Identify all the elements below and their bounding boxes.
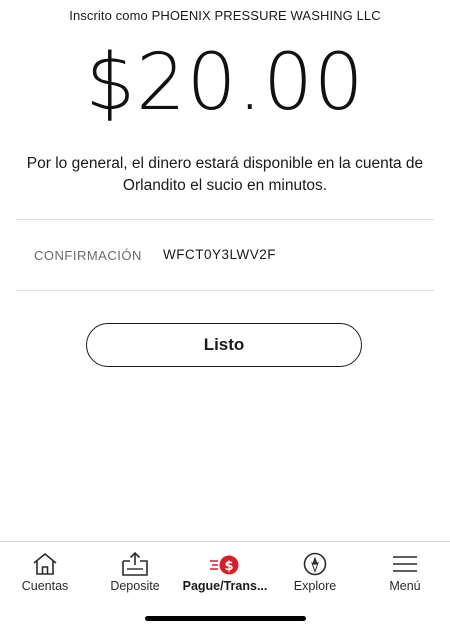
tab-menu[interactable]: Menú (360, 542, 450, 602)
done-button[interactable]: Listo (86, 323, 362, 367)
tab-label: Pague/Trans... (182, 579, 268, 593)
tab-label: Menú (389, 579, 421, 593)
divider (16, 219, 434, 220)
menu-icon (390, 550, 420, 578)
tab-label: Explore (293, 579, 337, 593)
svg-text:$: $ (224, 559, 233, 574)
availability-message: Por lo general, el dinero estará disponi… (26, 155, 424, 194)
tab-label: Deposite (110, 579, 160, 593)
tab-explore[interactable]: Explore (270, 542, 360, 602)
home-indicator (145, 616, 306, 621)
tab-label: Cuentas (21, 579, 69, 593)
pay-transfer-icon: $ (210, 550, 240, 578)
confirmation-label: CONFIRMACIÓN (34, 248, 142, 263)
home-icon (30, 550, 60, 578)
payment-amount: $20.00 (85, 38, 365, 128)
deposit-icon (120, 550, 150, 578)
tab-accounts[interactable]: Cuentas (0, 542, 90, 602)
tab-deposit[interactable]: Deposite (90, 542, 180, 602)
enrolled-as-text: Inscrito como PHOENIX PRESSURE WASHING L… (69, 8, 381, 23)
confirmation-code: WFCT0Y3LWV2F (163, 247, 277, 262)
divider (16, 290, 434, 291)
compass-icon (300, 550, 330, 578)
tab-pay-transfer[interactable]: $ Pague/Trans... (180, 542, 270, 602)
